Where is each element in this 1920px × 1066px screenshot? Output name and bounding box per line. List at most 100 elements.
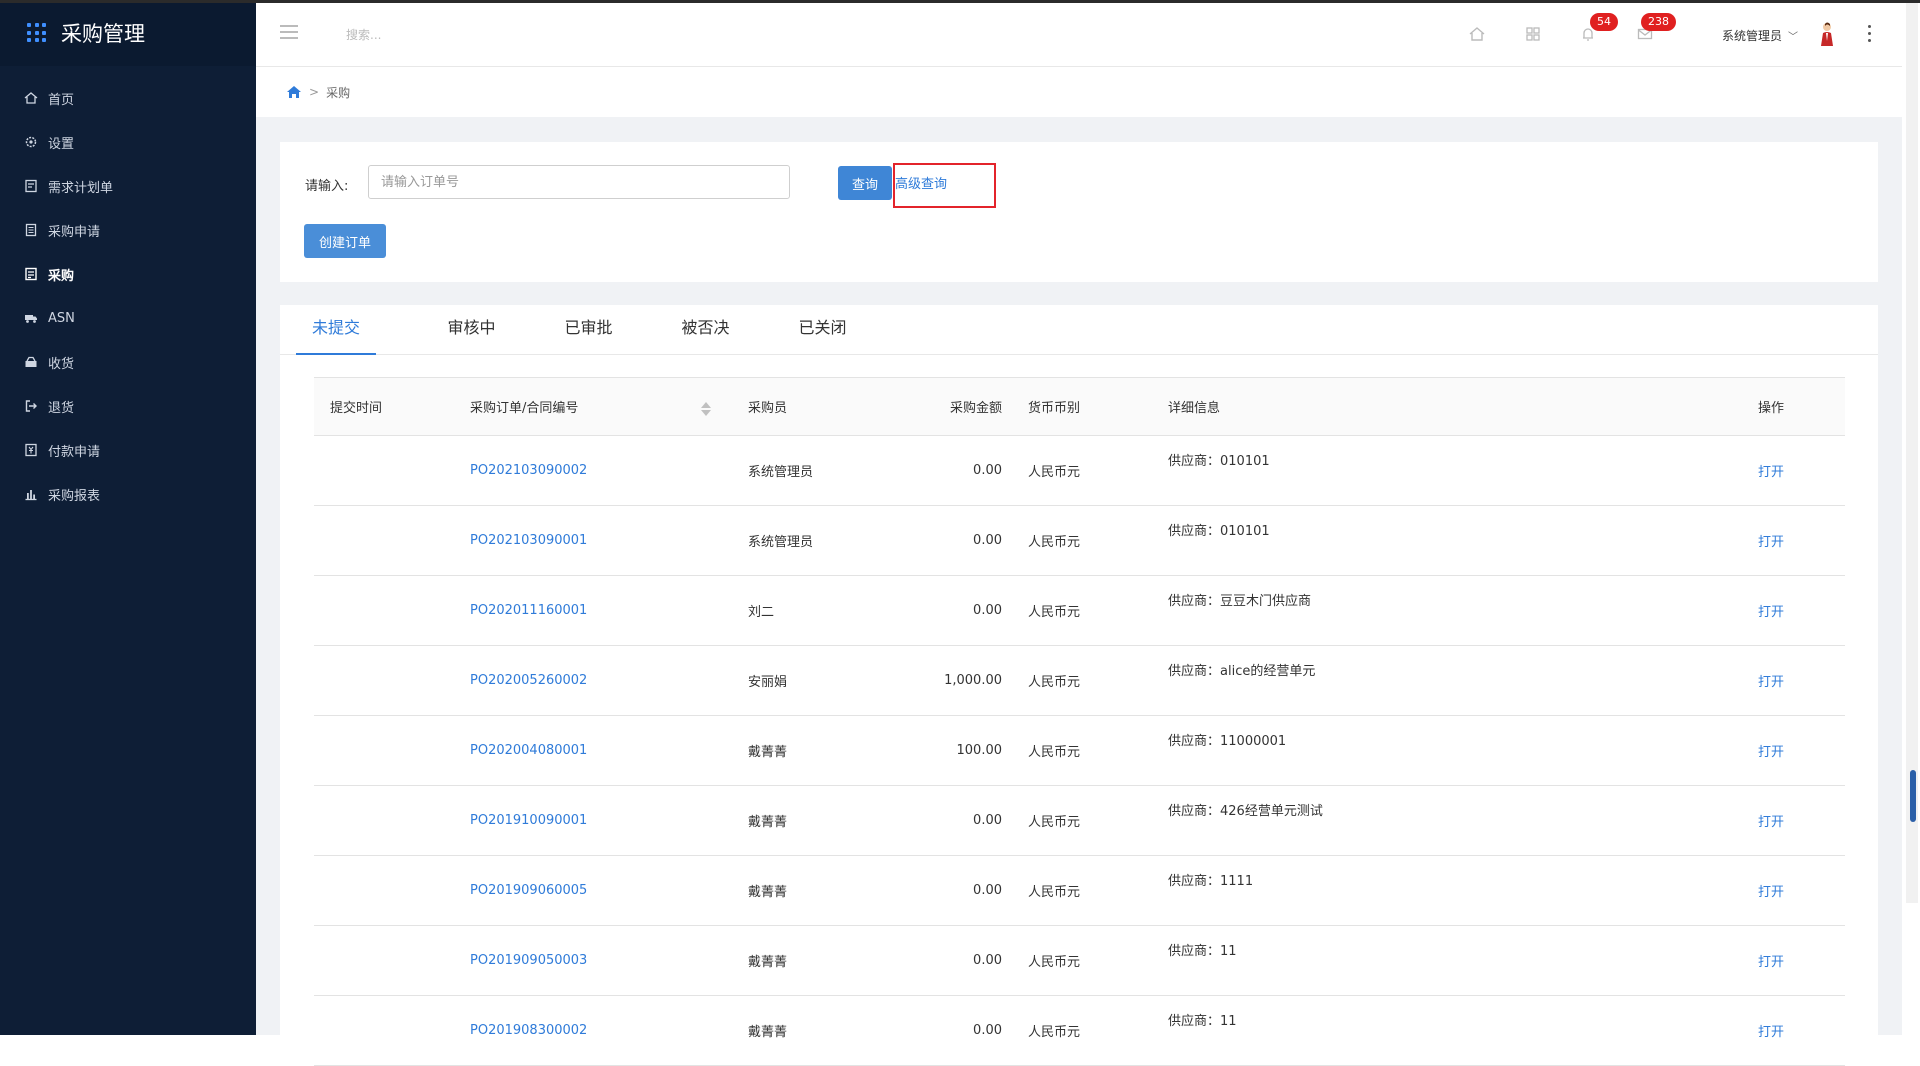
orders-panel: 未提交 审核中 已审批 被否决 已关闭 提交时间 采购订单/合同编号 采购员 采购金额 … [280,305,1878,1066]
sidebar-item-1[interactable]: 设置 [0,120,256,164]
chevron-down-icon: ﹀ [1788,31,1799,43]
main-content: > 采购 请输入: 查询 高级查询 创建订单 未提交审核中已审批被否决已关闭 提… [256,67,1902,1066]
cell-detail: 供应商：1111 [1152,855,1742,926]
sidebar-item-5[interactable]: ASN [0,296,256,340]
cell-detail: 供应商：11000001 [1152,715,1742,786]
sidebar-item-label: 需求计划单 [48,180,114,196]
global-search-input[interactable] [346,25,566,45]
window-top-border [0,0,1920,3]
table-row: PO201910090001 戴菁菁 0.00 人民币元 供应商：426经营单元测试 打开 [314,785,1845,856]
page-scrollbar-thumb[interactable] [1910,770,1916,822]
sidebar-item-label: 设置 [48,136,75,152]
cell-order-no-link[interactable]: PO202004080001 [454,715,732,786]
open-link[interactable]: 打开 [1742,575,1845,646]
cell-submit-time [314,435,454,506]
avatar[interactable] [1819,21,1835,47]
sidebar-item-label: ASN [48,310,75,326]
home-icon [24,91,38,105]
open-link[interactable]: 打开 [1742,435,1845,506]
cell-order-no-link[interactable]: PO202005260002 [454,645,732,716]
sidebar-item-6[interactable]: 收货 [0,340,256,384]
open-link[interactable]: 打开 [1742,925,1845,996]
sort-icon[interactable] [700,401,711,416]
open-link[interactable]: 打开 [1742,785,1845,856]
tab-3[interactable]: 被否决 [647,305,764,355]
tab-1[interactable]: 审核中 [413,305,530,355]
cell-currency: 人民币元 [1012,435,1152,506]
cell-currency: 人民币元 [1012,575,1152,646]
cell-submit-time [314,995,454,1066]
cell-buyer: 安丽娟 [732,645,872,716]
cell-currency: 人民币元 [1012,995,1152,1066]
cell-detail: 供应商：11 [1152,925,1742,996]
sidebar-item-label: 付款申请 [48,444,101,460]
menu-toggle-icon[interactable] [280,25,298,41]
open-link[interactable]: 打开 [1742,645,1845,716]
open-link[interactable]: 打开 [1742,505,1845,576]
breadcrumb-home-icon[interactable] [286,84,302,100]
cell-buyer: 戴菁菁 [732,925,872,996]
cell-currency: 人民币元 [1012,645,1152,716]
sidebar-nav: 首页设置需求计划单采购申请采购 ASN 收货退货付款申请采购报表 [0,76,256,516]
sidebar-item-0[interactable]: 首页 [0,76,256,120]
col-order-no[interactable]: 采购订单/合同编号 [454,377,732,436]
messages-badge: 238 [1641,13,1676,31]
page-scrollbar[interactable] [1906,3,1918,903]
order-number-input[interactable] [368,165,790,199]
sidebar-item-8[interactable]: 付款申请 [0,428,256,472]
request-icon [24,223,38,237]
table-header-row: 提交时间 采购订单/合同编号 采购员 采购金额 货币币别 详细信息 操作 [314,377,1845,436]
open-link[interactable]: 打开 [1742,715,1845,786]
cell-order-no-link[interactable]: PO202011160001 [454,575,732,646]
table-row: PO202103090002 系统管理员 0.00 人民币元 供应商：010101 打开 [314,435,1845,506]
cell-amount: 0.00 [872,995,1012,1066]
create-order-button[interactable]: 创建订单 [304,224,386,258]
sidebar-item-3[interactable]: 采购申请 [0,208,256,252]
col-action: 操作 [1742,377,1845,436]
cell-order-no-link[interactable]: PO202103090001 [454,505,732,576]
query-button[interactable]: 查询 [838,166,892,200]
top-header: 54 238 系统管理员 ﹀ [256,3,1902,67]
advanced-search-link[interactable]: 高级查询 [895,173,947,192]
plan-icon [24,179,38,193]
open-link[interactable]: 打开 [1742,995,1845,1066]
sidebar-item-7[interactable]: 退货 [0,384,256,428]
cell-amount: 1,000.00 [872,645,1012,716]
cell-order-no-link[interactable]: PO201909050003 [454,925,732,996]
order-input-label: 请输入: [305,179,349,194]
cell-order-no-link[interactable]: PO201909060005 [454,855,732,926]
cell-order-no-link[interactable]: PO202103090002 [454,435,732,506]
cell-buyer: 戴菁菁 [732,715,872,786]
user-menu[interactable]: 系统管理员 ﹀ [1722,25,1798,45]
cell-submit-time [314,925,454,996]
orders-table: 提交时间 采购订单/合同编号 采购员 采购金额 货币币别 详细信息 操作 PO2… [314,377,1845,1066]
cell-currency: 人民币元 [1012,505,1152,576]
open-link[interactable]: 打开 [1742,855,1845,926]
cell-amount: 0.00 [872,435,1012,506]
tab-0[interactable]: 未提交 [296,305,376,355]
sidebar-item-label: 退货 [48,400,75,416]
sidebar-item-9[interactable]: 采购报表 [0,472,256,516]
col-currency: 货币币别 [1012,377,1152,436]
apps-icon[interactable] [1524,25,1542,43]
col-submit-time: 提交时间 [314,377,454,436]
app-brand[interactable]: 采购管理 [0,0,256,66]
sidebar-item-label: 采购 [48,268,75,284]
cell-order-no-link[interactable]: PO201908300002 [454,995,732,1066]
col-buyer: 采购员 [732,377,872,436]
cell-detail: 供应商：11 [1152,995,1742,1066]
report-icon [24,487,38,501]
cell-amount: 0.00 [872,575,1012,646]
cell-submit-time [314,715,454,786]
cell-buyer: 戴菁菁 [732,855,872,926]
sidebar-item-2[interactable]: 需求计划单 [0,164,256,208]
tab-2[interactable]: 已审批 [530,305,647,355]
more-vertical-icon[interactable] [1868,25,1872,43]
sidebar-item-label: 首页 [48,92,75,108]
tab-4[interactable]: 已关闭 [764,305,881,355]
sidebar-item-4[interactable]: 采购 [0,252,256,296]
cell-order-no-link[interactable]: PO201910090001 [454,785,732,856]
breadcrumb-current: 采购 [326,85,351,100]
cell-detail: 供应商：010101 [1152,505,1742,576]
home-icon[interactable] [1468,25,1486,43]
